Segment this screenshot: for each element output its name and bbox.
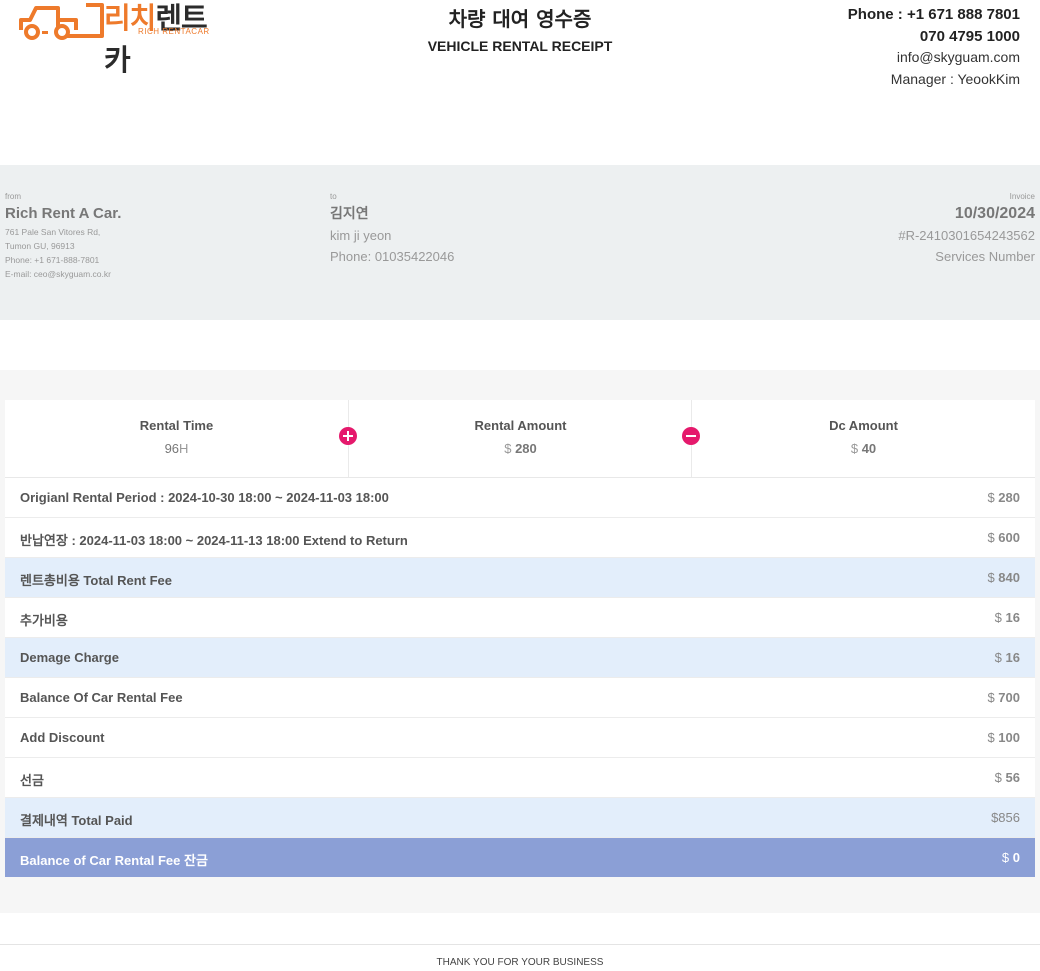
footer-thank-you: THANK YOU FOR YOUR BUSINESS xyxy=(436,957,604,968)
charge-row-balance-rental-fee: Balance Of Car Rental Fee $ 700 xyxy=(5,678,1035,718)
summary-dc-amount: Dc Amount $ 40 xyxy=(691,400,1035,477)
invoice-number: #R-2410301654243562 xyxy=(898,228,1035,243)
row-label: Origianl Rental Period : 2024-10-30 18:0… xyxy=(20,490,389,505)
from-email: E-mail: ceo@skyguam.co.kr xyxy=(5,269,111,279)
charge-row-damage-charge: Demage Charge $ 16 xyxy=(5,638,1035,678)
row-label: 선금 xyxy=(20,773,44,788)
charge-row-extension: 반납연장 : 2024-11-03 18:00 ~ 2024-11-13 18:… xyxy=(5,518,1035,558)
row-label: Add Discount xyxy=(20,730,105,745)
from-block: from Rich Rent A Car. 761 Pale San Vitor… xyxy=(5,191,121,281)
row-label: 반납연장 : 2024-11-03 18:00 ~ 2024-11-13 18:… xyxy=(20,533,408,548)
summary-rental-amount: Rental Amount $ 280 xyxy=(348,400,692,477)
summary-rental-time: Rental Time 96H xyxy=(5,400,348,477)
charge-row-original-period: Origianl Rental Period : 2024-10-30 18:0… xyxy=(5,478,1035,518)
customer-name-english: kim ji yeon xyxy=(330,228,392,243)
contact-phone-secondary: 070 4795 1000 xyxy=(919,27,1020,45)
charges-list: Origianl Rental Period : 2024-10-30 18:0… xyxy=(5,478,1035,877)
charge-row-additional-cost: 추가비용 $ 16 xyxy=(5,598,1035,638)
contact-phone: Phone : +1 671 888 7801 xyxy=(847,6,1020,23)
from-name: Rich Rent A Car. xyxy=(5,205,122,222)
row-amount: $ 16 xyxy=(994,650,1020,665)
row-amount: $ 600 xyxy=(987,530,1020,545)
row-label: Demage Charge xyxy=(20,650,119,665)
charge-row-add-discount: Add Discount $ 100 xyxy=(5,718,1035,758)
minus-icon xyxy=(682,427,700,445)
summary-label: Rental Amount xyxy=(474,418,567,433)
row-amount: $ 0 xyxy=(1001,850,1020,865)
footer-divider xyxy=(0,944,1040,945)
row-amount: $ 56 xyxy=(994,770,1020,785)
charges-panel: Rental Time 96H Rental Amount $ 280 Dc A… xyxy=(0,370,1040,913)
services-number-label: Services Number xyxy=(935,249,1035,264)
summary-label: Dc Amount xyxy=(829,418,898,433)
contact-email: info@skyguam.com xyxy=(896,49,1020,65)
invoice-date: 10/30/2024 xyxy=(954,205,1035,222)
charge-row-deposit: 선금 $ 56 xyxy=(5,758,1035,798)
contact-manager: Manager : YeookKim xyxy=(890,70,1020,87)
to-block: to 김지연 kim ji yeon Phone: 01035422046 xyxy=(330,191,454,267)
summary-value: $ 280 xyxy=(504,441,537,456)
receipt-header: 리치렌트카 RICH RENTACAR 차량 대여 영수증 VEHICLE RE… xyxy=(0,0,1040,110)
row-label: 렌트총비용 Total Rent Fee xyxy=(20,573,173,588)
row-label: 결제내역 Total Paid xyxy=(20,813,133,828)
plus-icon xyxy=(339,427,357,445)
row-amount: $ 700 xyxy=(987,690,1020,705)
summary-value: 96H xyxy=(164,441,189,456)
row-label: 추가비용 xyxy=(20,613,68,628)
company-contact: Phone : +1 671 888 7801 070 4795 1000 in… xyxy=(848,4,1020,90)
from-address-line1: 761 Pale San Vitores Rd, xyxy=(5,227,101,237)
invoice-block: Invoice 10/30/2024 #R-2410301654243562 S… xyxy=(898,191,1035,267)
from-phone: Phone: +1 671-888-7801 xyxy=(5,255,100,265)
charge-row-total-rent-fee: 렌트총비용 Total Rent Fee $ 840 xyxy=(5,558,1035,598)
row-amount: $ 840 xyxy=(987,570,1020,585)
invoice-label: Invoice xyxy=(1009,192,1035,201)
row-label: Balance Of Car Rental Fee xyxy=(20,690,183,705)
charge-row-balance-due: Balance of Car Rental Fee 잔금 $ 0 xyxy=(5,838,1035,877)
row-amount: $ 100 xyxy=(987,730,1020,745)
billing-info-band: from Rich Rent A Car. 761 Pale San Vitor… xyxy=(0,165,1040,320)
summary-value: $ 40 xyxy=(850,441,877,456)
row-label: Balance of Car Rental Fee 잔금 xyxy=(20,853,208,868)
row-amount: $ 280 xyxy=(987,490,1020,505)
customer-phone: Phone: 01035422046 xyxy=(330,249,455,264)
charge-row-total-paid: 결제내역 Total Paid $856 xyxy=(5,798,1035,838)
summary-label: Rental Time xyxy=(139,418,214,433)
summary-bar: Rental Time 96H Rental Amount $ 280 Dc A… xyxy=(5,400,1035,478)
from-address-line2: Tumon GU, 96913 xyxy=(5,241,75,251)
customer-name-korean: 김지연 xyxy=(330,206,369,222)
row-amount: $ 16 xyxy=(994,610,1020,625)
to-label: to xyxy=(330,192,337,201)
from-label: from xyxy=(5,192,21,201)
row-amount: $856 xyxy=(991,810,1020,825)
